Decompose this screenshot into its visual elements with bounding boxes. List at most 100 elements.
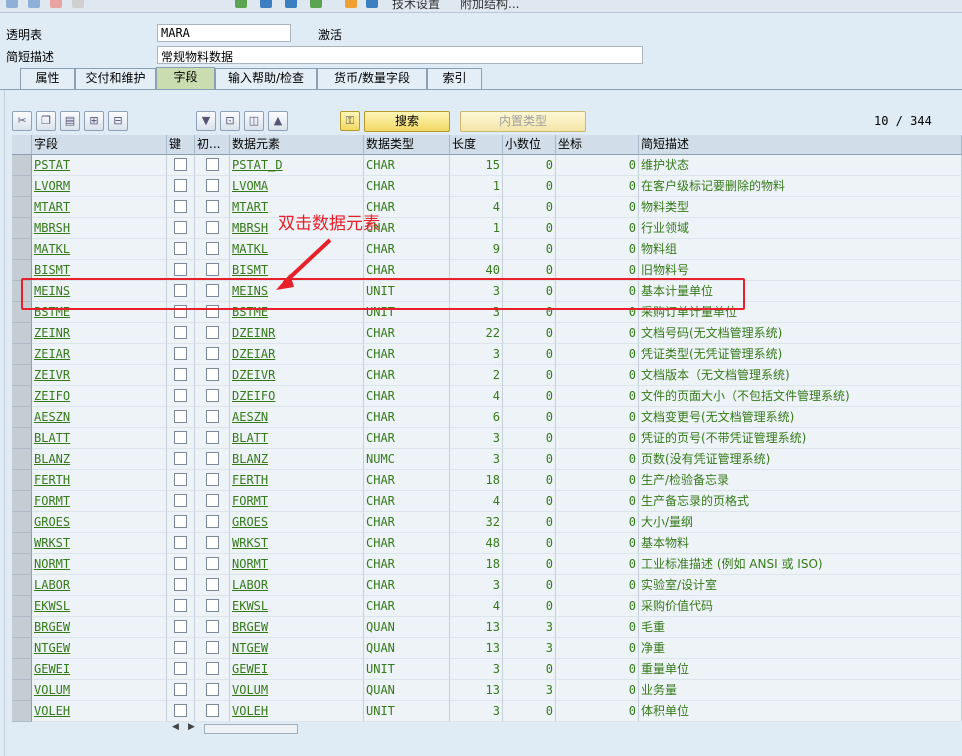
cell-short-desc[interactable]: 文档变更号(无文档管理系统) [639,407,962,428]
filter-icon[interactable]: ▼ [196,111,216,131]
initial-values-checkbox[interactable] [205,263,219,276]
cell-decimals[interactable]: 0 [503,596,556,617]
cell-data-element[interactable]: EKWSL [230,596,364,617]
cell-coordinate[interactable]: 0 [556,386,639,407]
cell-coordinate[interactable]: 0 [556,701,639,722]
cell-decimals[interactable]: 0 [503,344,556,365]
cell-data-type[interactable]: CHAR [364,470,450,491]
key-checkbox[interactable] [174,347,187,360]
row-selector[interactable] [12,239,32,260]
initial-values-checkbox[interactable] [205,704,219,717]
horizontal-scrollbar[interactable]: ◀ ▶ [170,722,300,736]
cell-data-type[interactable]: CHAR [364,428,450,449]
cell-length[interactable]: 18 [450,470,503,491]
cell-decimals[interactable]: 0 [503,407,556,428]
cell-data-element[interactable]: PSTAT_D [230,155,364,176]
cell-data-type[interactable]: CHAR [364,386,450,407]
cell-decimals[interactable]: 0 [503,239,556,260]
cell-decimals[interactable]: 0 [503,533,556,554]
cell-data-type[interactable]: CHAR [364,491,450,512]
table-row[interactable]: MATKL MATKL CHAR 9 0 0 物料组 [12,239,962,260]
cell-coordinate[interactable]: 0 [556,512,639,533]
cell-coordinate[interactable]: 0 [556,491,639,512]
col-header-key[interactable]: 键 [167,135,195,155]
row-selector[interactable] [12,617,32,638]
cell-coordinate[interactable]: 0 [556,407,639,428]
copy-icon[interactable]: ❐ [36,111,56,131]
search-button[interactable]: 搜索 [364,111,450,132]
cell-data-type[interactable]: CHAR [364,575,450,596]
cell-data-element[interactable]: VOLEH [230,701,364,722]
col-header-coordinate[interactable]: 坐标 [556,135,639,155]
display-icon[interactable] [72,0,84,8]
cell-short-desc[interactable]: 物料类型 [639,197,962,218]
hierarchy-icon[interactable] [285,0,297,8]
cell-decimals[interactable]: 0 [503,218,556,239]
cell-data-element[interactable]: LVOMA [230,176,364,197]
cell-length[interactable]: 4 [450,491,503,512]
cell-coordinate[interactable]: 0 [556,155,639,176]
table-row[interactable]: ZEIFO DZEIFO CHAR 4 0 0 文件的页面大小（不包括文件管理系统) [12,386,962,407]
row-selector[interactable] [12,155,32,176]
tool-icon[interactable] [50,0,62,8]
table-row[interactable]: MTART MTART CHAR 4 0 0 物料类型 [12,197,962,218]
cell-decimals[interactable]: 0 [503,386,556,407]
cell-data-element[interactable]: GEWEI [230,659,364,680]
activate-icon[interactable] [235,0,247,8]
cell-data-element[interactable]: WRKST [230,533,364,554]
cell-length[interactable]: 1 [450,218,503,239]
cell-field[interactable]: VOLUM [32,680,167,701]
cell-short-desc[interactable]: 业务量 [639,680,962,701]
initial-values-checkbox[interactable] [205,683,219,696]
back-icon[interactable] [6,0,18,8]
row-selector[interactable] [12,197,32,218]
key-checkbox[interactable] [174,515,187,528]
cell-length[interactable]: 22 [450,323,503,344]
initial-values-checkbox[interactable] [205,242,219,255]
col-header-data-element[interactable]: 数据元素 [230,135,364,155]
cell-field[interactable]: ZEINR [32,323,167,344]
cell-field[interactable]: BRGEW [32,617,167,638]
cell-data-type[interactable]: CHAR [364,239,450,260]
builtin-type-button[interactable]: 内置类型 [460,111,586,132]
table-row[interactable]: GEWEI GEWEI UNIT 3 0 0 重量单位 [12,659,962,680]
initial-values-checkbox[interactable] [205,179,219,192]
cell-data-element[interactable]: GROES [230,512,364,533]
initial-values-checkbox[interactable] [205,347,219,360]
cell-length[interactable]: 32 [450,512,503,533]
row-selector[interactable] [12,512,32,533]
cell-data-element[interactable]: DZEINR [230,323,364,344]
cell-field[interactable]: EKWSL [32,596,167,617]
cell-coordinate[interactable]: 0 [556,617,639,638]
row-selector[interactable] [12,470,32,491]
row-selector[interactable] [12,344,32,365]
cell-short-desc[interactable]: 页数(没有凭证管理系统) [639,449,962,470]
initial-values-checkbox[interactable] [205,620,219,633]
cell-decimals[interactable]: 3 [503,680,556,701]
append-structure-button[interactable]: 附加结构... [460,0,519,12]
cell-length[interactable]: 3 [450,449,503,470]
insert-row-icon[interactable]: ⊞ [84,111,104,131]
row-selector[interactable] [12,638,32,659]
col-header-data-type[interactable]: 数据类型 [364,135,450,155]
cell-length[interactable]: 4 [450,197,503,218]
tab-currency-quantity[interactable]: 货币/数量字段 [317,68,427,89]
cell-decimals[interactable]: 0 [503,323,556,344]
key-checkbox[interactable] [174,179,187,192]
row-selector[interactable] [12,176,32,197]
cell-data-element[interactable]: FORMT [230,491,364,512]
info-icon[interactable] [345,0,357,8]
row-selector[interactable] [12,407,32,428]
row-selector[interactable] [12,701,32,722]
cell-short-desc[interactable]: 在客户级标记要删除的物料 [639,176,962,197]
initial-values-checkbox[interactable] [205,494,219,507]
scroll-right-icon[interactable]: ▶ [188,722,195,732]
key-checkbox[interactable] [174,536,187,549]
cell-short-desc[interactable]: 物料组 [639,239,962,260]
row-selector[interactable] [12,554,32,575]
cell-field[interactable]: MBRSH [32,218,167,239]
table-row[interactable]: ZEIVR DZEIVR CHAR 2 0 0 文档版本（无文档管理系统) [12,365,962,386]
table-row[interactable]: BLATT BLATT CHAR 3 0 0 凭证的页号(不带凭证管理系统) [12,428,962,449]
cell-coordinate[interactable]: 0 [556,575,639,596]
history-icon[interactable] [28,0,40,8]
